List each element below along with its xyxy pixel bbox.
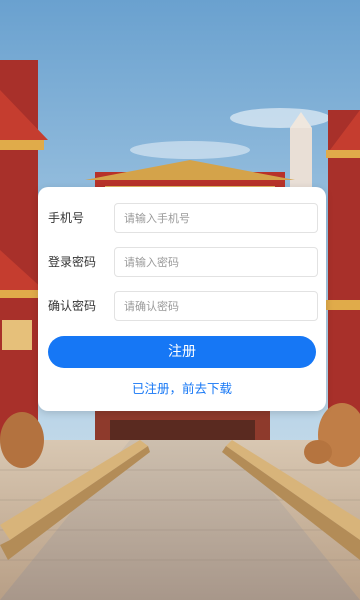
confirm-password-input[interactable] — [114, 291, 318, 321]
register-form-card: 手机号 登录密码 确认密码 注册 已注册，前去下载 — [38, 187, 326, 411]
register-button[interactable]: 注册 — [48, 336, 316, 368]
phone-input[interactable] — [114, 203, 318, 233]
confirm-password-label: 确认密码 — [48, 299, 97, 313]
register-screen: 手机号 登录密码 确认密码 注册 已注册，前去下载 — [0, 0, 360, 600]
already-registered-download-link[interactable]: 已注册，前去下载 — [38, 379, 326, 399]
confirm-password-row: 确认密码 — [38, 291, 326, 321]
password-label: 登录密码 — [48, 255, 97, 269]
password-input[interactable] — [114, 247, 318, 277]
password-row: 登录密码 — [38, 247, 326, 277]
phone-row: 手机号 — [38, 203, 326, 233]
phone-label: 手机号 — [48, 211, 85, 225]
